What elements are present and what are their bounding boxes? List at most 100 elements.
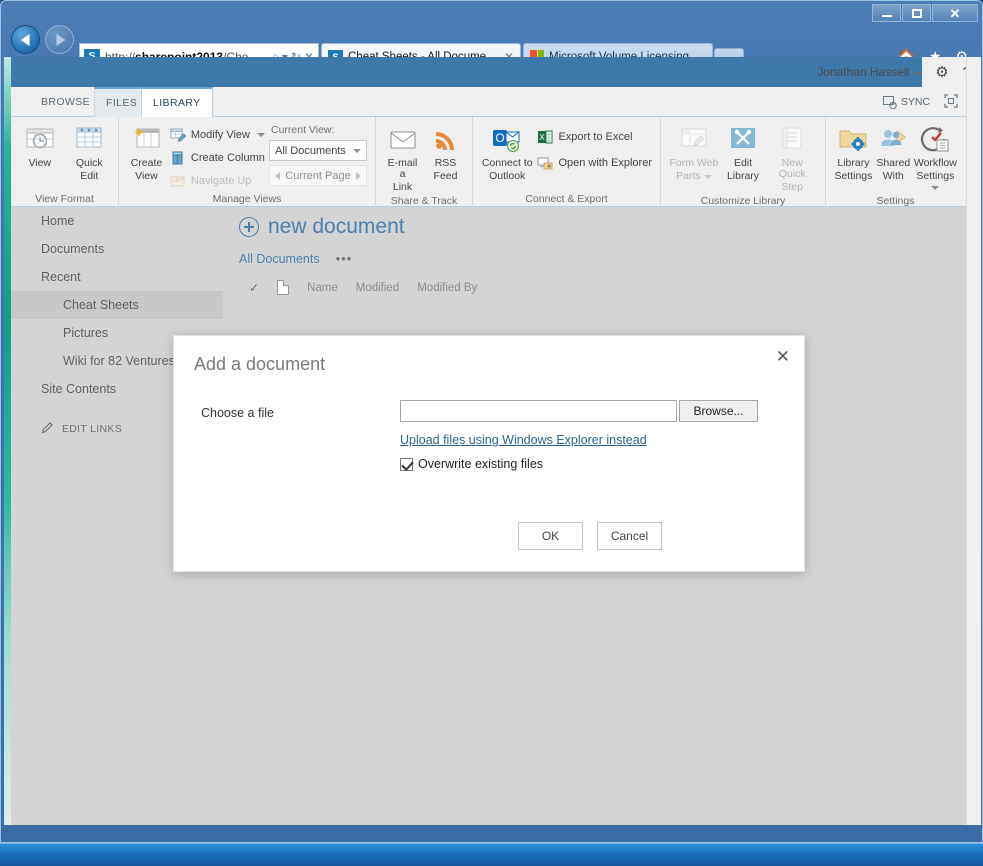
ribbon-tab-browse[interactable]: BROWSE [30, 87, 101, 117]
view-link-all-documents[interactable]: All Documents [239, 252, 320, 266]
window-controls: ✕ [872, 4, 978, 22]
connect-to-outlook-button[interactable]: O Connect to Outlook [481, 122, 533, 182]
arrow-left-icon [20, 33, 30, 46]
select-all-checkmark-icon[interactable]: ✓ [249, 281, 259, 295]
ribbon-group-title: View Format [35, 193, 94, 205]
file-path-input[interactable] [400, 400, 677, 422]
open-explorer-label: Open with Explorer [558, 157, 652, 169]
ribbon: View Quick Edit View Format Create View … [11, 117, 966, 207]
ribbon-tab-strip: BROWSE FILES LIBRARY SYNC [11, 87, 966, 117]
library-settings-button[interactable]: Library Settings [834, 122, 873, 182]
view-button[interactable]: View [19, 122, 61, 169]
chevron-down-icon [257, 133, 265, 137]
shared-with-button[interactable]: Shared With [874, 122, 913, 182]
user-name-menu[interactable]: Jonathan Hassell [817, 65, 922, 79]
chevron-down-icon [931, 186, 940, 190]
back-button[interactable] [11, 25, 40, 54]
browse-button[interactable]: Browse... [679, 400, 758, 422]
close-icon: ✕ [949, 5, 961, 21]
more-views-ellipsis-button[interactable]: ••• [336, 251, 353, 266]
current-view-label: Current View: [271, 124, 335, 136]
windows-taskbar[interactable] [0, 843, 983, 866]
current-view-select[interactable]: All Documents [269, 140, 367, 161]
connect-export-small-buttons: X Export to Excel Open with Explorer [537, 122, 652, 173]
view-icon [24, 124, 56, 156]
library-settings-label-1: Library [837, 157, 870, 169]
add-document-dialog: ✕ Add a document Choose a file Browse...… [173, 335, 805, 572]
workflow-settings-button[interactable]: Workflow Settings [914, 122, 957, 193]
library-settings-icon [837, 124, 869, 156]
current-view-value: All Documents [275, 144, 346, 157]
minimize-button[interactable] [872, 4, 901, 22]
edit-library-icon [727, 124, 759, 156]
pencil-icon [41, 421, 54, 437]
new-document-link[interactable]: new document [223, 207, 966, 239]
sync-button[interactable]: SYNC [882, 95, 930, 109]
column-header-modified-by[interactable]: Modified By [417, 282, 477, 294]
ribbon-group-title: Connect & Export [525, 193, 608, 205]
browser-toolbar: S http://sharepoint2013/Che ⌕ ▾ ↻ ✕ S Ch… [3, 21, 982, 70]
ribbon-group-settings: Library Settings Shared With Workflow Se… [825, 117, 965, 207]
navigate-up-label: Navigate Up [190, 175, 252, 187]
upload-with-explorer-link[interactable]: Upload files using Windows Explorer inst… [400, 433, 647, 447]
column-header-modified[interactable]: Modified [356, 282, 399, 294]
dialog-title: Add a document [194, 354, 326, 374]
ribbon-group-view-format: View Quick Edit View Format [11, 117, 118, 207]
ribbon-tab-library[interactable]: LIBRARY [141, 87, 213, 117]
chevron-left-icon[interactable] [275, 171, 280, 180]
email-link-button[interactable]: E-mail a Link [384, 122, 421, 193]
edit-library-label-1: Edit [733, 157, 753, 169]
new-document-label: new document [268, 215, 405, 238]
overwrite-existing-files-row[interactable]: Overwrite existing files [400, 457, 543, 471]
create-view-label-2: View [135, 170, 158, 182]
maximize-button[interactable] [902, 4, 931, 22]
edit-library-button[interactable]: Edit Library [721, 122, 766, 182]
sidebar-item-cheat-sheets[interactable]: Cheat Sheets [11, 291, 223, 319]
form-web-parts-icon [678, 124, 710, 156]
arrow-right-icon [55, 33, 65, 46]
manage-views-small-buttons: Modify View Create Column Navigate Up [170, 122, 265, 191]
export-to-excel-button[interactable]: X Export to Excel [537, 127, 652, 147]
form-web-parts-button[interactable]: Form Web Parts [669, 122, 719, 182]
rss-feed-label-2: Feed [433, 170, 458, 182]
sidebar-item-home[interactable]: Home [11, 207, 223, 235]
site-accent-stripe [4, 57, 11, 825]
cancel-button[interactable]: Cancel [597, 522, 662, 550]
ribbon-group-title: Manage Views [212, 193, 282, 205]
chevron-right-icon[interactable] [356, 171, 361, 180]
quick-edit-button[interactable]: Quick Edit [69, 122, 111, 182]
forward-button[interactable] [45, 25, 74, 54]
current-view-controls: Current View: All Documents Current Page [269, 122, 367, 186]
overwrite-label: Overwrite existing files [418, 457, 544, 471]
rss-feed-button[interactable]: RSS Feed [427, 122, 464, 182]
modify-view-button[interactable]: Modify View [170, 125, 265, 145]
navigate-up-icon [170, 173, 186, 189]
plus-circle-icon [239, 217, 259, 237]
ribbon-tab-strip-right: SYNC [882, 87, 958, 117]
open-with-explorer-button[interactable]: Open with Explorer [537, 153, 652, 173]
window-titlebar[interactable]: ✕ [1, 1, 983, 23]
ok-button[interactable]: OK [518, 522, 583, 550]
current-page-pager[interactable]: Current Page [269, 165, 367, 186]
create-view-button[interactable]: Create View [127, 122, 166, 182]
navigate-up-button[interactable]: Navigate Up [170, 171, 265, 191]
page-scrollbar[interactable] [966, 57, 981, 825]
new-quick-step-button[interactable]: New Quick Step [767, 122, 817, 193]
dialog-close-icon[interactable]: ✕ [776, 348, 790, 365]
email-link-label-2: Link [392, 181, 413, 193]
edit-links-label: EDIT LINKS [62, 423, 122, 435]
overwrite-checkbox[interactable] [400, 457, 413, 471]
create-column-button[interactable]: Create Column [170, 148, 265, 168]
sidebar-item-recent[interactable]: Recent [11, 263, 223, 291]
focus-on-content-icon[interactable] [944, 93, 958, 111]
site-settings-gear-icon[interactable]: ⚙ [935, 63, 948, 81]
column-header-name[interactable]: Name [307, 282, 338, 294]
sidebar-item-documents[interactable]: Documents [11, 235, 223, 263]
shared-with-label-1: Shared [876, 157, 911, 169]
quick-edit-label-2: Edit [80, 170, 99, 182]
new-quick-step-label-1: New Quick [778, 157, 806, 180]
library-settings-label-2: Settings [834, 170, 873, 182]
connect-outlook-label-1: Connect to [481, 157, 533, 169]
chevron-down-icon [913, 72, 922, 76]
close-button[interactable]: ✕ [932, 4, 978, 22]
